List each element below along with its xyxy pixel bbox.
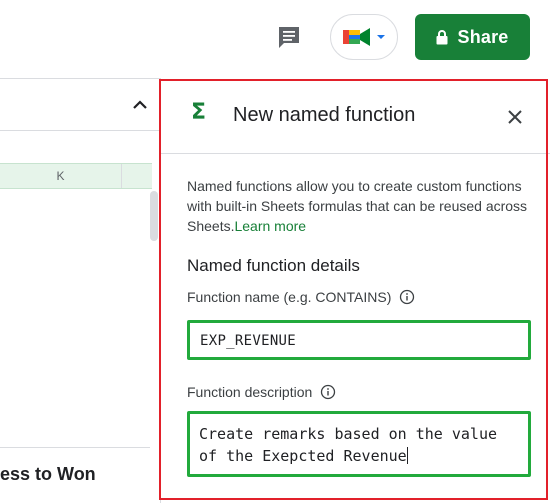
page: Share K ess to Won Σ New named function … [0,0,550,503]
function-description-input[interactable]: Create remarks based on the value of the… [187,411,531,477]
function-name-input[interactable]: EXP_REVENUE [187,320,531,360]
sigma-icon: Σ [191,100,207,125]
sheet-header-row [0,79,160,131]
vertical-scrollbar[interactable] [150,191,158,241]
function-description-label: Function description [187,384,336,400]
google-meet-icon [343,28,370,46]
share-label: Share [457,26,509,47]
meet-button[interactable] [330,14,398,60]
chevron-up-icon[interactable] [130,95,150,115]
text-cursor [406,447,408,464]
info-icon[interactable] [399,289,415,305]
close-icon[interactable] [504,106,526,128]
chevron-down-icon [377,35,385,39]
section-heading: Named function details [187,256,360,275]
info-icon[interactable] [320,384,336,400]
panel-description: Named functions allow you to create cust… [187,176,537,236]
column-header-k[interactable]: K [0,164,122,188]
top-toolbar: Share [0,0,550,78]
sheet-cell-text[interactable]: ess to Won [0,464,96,485]
column-header-strip: K [0,163,152,189]
sheet-area: K ess to Won [0,78,160,503]
function-description-label-text: Function description [187,384,313,400]
learn-more-link[interactable]: Learn more [234,218,306,234]
row-divider [0,447,150,448]
panel-title: New named function [233,104,416,126]
comment-icon [279,27,299,48]
share-button[interactable]: Share [415,14,530,60]
function-name-label: Function name (e.g. CONTAINS) [187,289,415,305]
function-description-value: Create remarks based on the value of the… [199,425,498,465]
lock-icon [436,29,448,44]
named-function-panel: Σ New named function Named functions all… [160,78,550,503]
comments-button[interactable] [272,22,306,52]
panel-header: Σ New named function [161,78,550,154]
function-name-label-text: Function name (e.g. CONTAINS) [187,289,392,305]
